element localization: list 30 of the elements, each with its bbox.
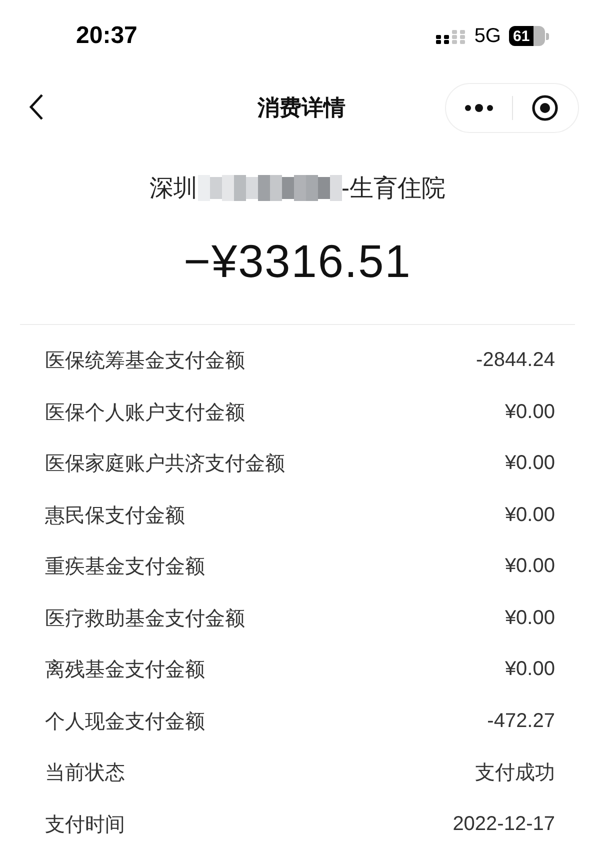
detail-value: ¥0.00 [504,555,555,578]
detail-value: ¥0.00 [504,504,555,527]
detail-value: ¥0.00 [504,452,555,476]
detail-label: 支付时间 [45,812,125,838]
detail-label: 重疾基金支付金额 [45,555,205,580]
detail-value: -472.27 [487,710,555,733]
detail-value: ¥0.00 [504,400,555,424]
detail-value: ¥0.00 [504,606,555,630]
merchant-name: -生育住院 [342,174,446,204]
detail-label: 医保个人账户支付金额 [45,400,245,426]
payment-amount: −¥3316.51 [184,234,412,288]
battery-percent: 61 [513,28,530,44]
more-icon [464,103,494,113]
signal-icon [436,27,466,45]
detail-label: 医疗救助基金支付金额 [45,606,245,632]
detail-label: 惠民保支付金额 [45,504,185,529]
target-icon [531,94,560,122]
detail-value: ¥0.00 [504,658,555,682]
detail-value: 支付成功 [475,761,555,786]
network-label: 5G [474,24,501,48]
detail-label: 个人现金支付金额 [45,710,205,735]
detail-label: 离残基金支付金额 [45,658,205,684]
status-time: 20:37 [76,22,138,50]
detail-value: -2844.24 [476,349,555,372]
detail-label: 医保统筹基金支付金额 [45,349,245,374]
page-title: 消费详情 [258,94,346,122]
detail-value: 2022-12-17 [452,812,555,836]
merchant-name: 深圳 [150,174,198,204]
detail-label: 医保家庭账户共济支付金额 [45,452,285,478]
detail-label: 当前状态 [45,761,125,786]
